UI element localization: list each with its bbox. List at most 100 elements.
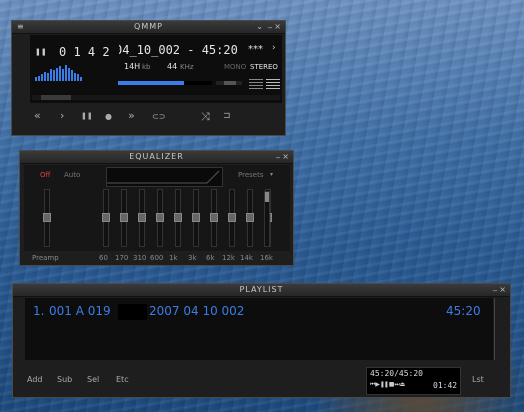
stop-button[interactable]: ● bbox=[105, 112, 112, 121]
minimize-icon[interactable]: _ bbox=[268, 18, 272, 29]
eq-band-knob[interactable] bbox=[120, 213, 128, 222]
eq-band-slider[interactable] bbox=[102, 189, 110, 247]
eq-icon[interactable] bbox=[249, 79, 263, 90]
eq-band-knob[interactable] bbox=[246, 213, 254, 222]
close-icon[interactable]: × bbox=[499, 284, 506, 295]
track-title: 04_10_002 - 45:20 bbox=[119, 43, 238, 57]
shade-icon[interactable]: ⌄ bbox=[256, 21, 263, 32]
seek-knob[interactable] bbox=[40, 95, 71, 100]
etc-button[interactable]: Etc bbox=[116, 375, 129, 384]
balance-knob[interactable] bbox=[223, 81, 236, 85]
playlist-titlebar[interactable]: PLAYLIST _ × bbox=[13, 281, 510, 297]
mini-controls[interactable]: ⏮ ▶ ❚❚ ■ ⏭ ⏏ bbox=[370, 381, 405, 389]
eq-band-knob[interactable] bbox=[102, 213, 110, 222]
player-titlebar[interactable]: ≡ QMMP ⌄ _ × bbox=[12, 18, 285, 34]
sample-unit: KHz bbox=[180, 63, 194, 71]
preamp-label: Preamp bbox=[32, 254, 59, 262]
control-bar: « › ❚❚ ● » ⊂⊃ ⤨ ⊐ bbox=[30, 107, 282, 131]
playlist-scrollbar[interactable] bbox=[494, 298, 495, 360]
bitrate-value: 14H bbox=[124, 62, 141, 71]
play-button[interactable]: › bbox=[60, 109, 64, 122]
eq-band-knob[interactable] bbox=[174, 213, 182, 222]
lst-button[interactable]: Lst bbox=[472, 375, 484, 384]
eq-band-label: 3k bbox=[188, 254, 197, 262]
sel-button[interactable]: Sel bbox=[87, 375, 99, 384]
eq-band-slider[interactable] bbox=[156, 189, 164, 247]
eq-auto-toggle[interactable]: Auto bbox=[64, 171, 80, 179]
spectrum-bar bbox=[62, 69, 64, 81]
spectrum-bar bbox=[77, 74, 79, 81]
equalizer-window: EQUALIZER _ × Off Auto Presets ▾ Preamp … bbox=[19, 148, 294, 266]
pause-button[interactable]: ❚❚ bbox=[81, 112, 93, 120]
close-icon[interactable]: × bbox=[282, 151, 289, 162]
item-text-a: 001 A 019 bbox=[49, 304, 111, 318]
minimize-icon[interactable]: _ bbox=[276, 148, 280, 159]
equalizer-title: EQUALIZER bbox=[129, 152, 184, 161]
eq-curve bbox=[107, 170, 220, 184]
eq-band-label: 600 bbox=[150, 254, 164, 262]
eq-band-slider[interactable] bbox=[246, 189, 254, 247]
player-title: QMMP bbox=[134, 22, 163, 31]
separator-icon: › bbox=[272, 43, 276, 53]
spectrum-bar bbox=[65, 65, 67, 81]
eq-band-knob[interactable] bbox=[210, 213, 218, 222]
eq-band-slider[interactable] bbox=[138, 189, 146, 247]
eq-band-knob[interactable] bbox=[192, 213, 200, 222]
playlist-item[interactable]: 1. 001 A 019 2007 04 10 002 45:20 bbox=[25, 302, 493, 320]
eq-band-label: 310 bbox=[133, 254, 147, 262]
spectrum-bar bbox=[80, 77, 82, 81]
eq-band-slider[interactable] bbox=[174, 189, 182, 247]
bitrate-unit: kb bbox=[142, 63, 151, 71]
previous-button[interactable]: « bbox=[34, 109, 41, 122]
eq-band-label: 12k bbox=[222, 254, 235, 262]
sub-button[interactable]: Sub bbox=[57, 375, 72, 384]
eq-label-row: Preamp 60 170 310 600 1k 3k 6k 12k 14k 16k bbox=[24, 252, 290, 264]
eq-band-label: 170 bbox=[115, 254, 129, 262]
item-cover-block bbox=[118, 304, 147, 320]
minimize-icon[interactable]: _ bbox=[493, 281, 497, 292]
playlist-area: 1. 001 A 019 2007 04 10 002 45:20 bbox=[25, 298, 493, 360]
presets-button[interactable]: Presets bbox=[238, 171, 263, 179]
eq-band-knob[interactable] bbox=[156, 213, 164, 222]
seek-bar[interactable] bbox=[32, 95, 280, 100]
spectrum-bar bbox=[68, 68, 70, 81]
title-marquee: 04_10_002 - 45:20 bbox=[119, 43, 242, 60]
player-display: ❚❚ 0 1 4 2 04_10_002 - 45:20 *** › 14H k… bbox=[30, 35, 282, 103]
spectrum-bar bbox=[53, 70, 55, 81]
eq-volume-knob[interactable] bbox=[265, 192, 269, 202]
mini-elapsed: 01:42 bbox=[433, 381, 458, 390]
eq-panel: Off Auto Presets ▾ bbox=[24, 165, 290, 251]
time-display: 0 1 4 2 bbox=[59, 45, 110, 59]
mini-time-display: 45:20/45:20 bbox=[370, 369, 423, 378]
eject-button[interactable]: ⊂⊃ bbox=[152, 112, 165, 121]
balance-slider[interactable] bbox=[216, 81, 242, 85]
eq-band-label: 14k bbox=[240, 254, 253, 262]
preamp-slider[interactable] bbox=[43, 189, 51, 247]
volume-slider[interactable] bbox=[118, 81, 212, 85]
close-icon[interactable]: × bbox=[274, 21, 281, 32]
add-button[interactable]: Add bbox=[27, 375, 43, 384]
eq-band-slider[interactable] bbox=[120, 189, 128, 247]
repeat-button[interactable]: ⊐ bbox=[223, 111, 231, 121]
spectrum-bar bbox=[50, 69, 52, 81]
eq-band-slider[interactable] bbox=[210, 189, 218, 247]
eq-band-knob[interactable] bbox=[138, 213, 146, 222]
eq-band-slider[interactable] bbox=[192, 189, 200, 247]
volume-fill bbox=[118, 81, 184, 85]
eq-off-toggle[interactable]: Off bbox=[40, 171, 50, 179]
preamp-knob[interactable] bbox=[43, 213, 51, 222]
spectrum-bar bbox=[44, 72, 46, 81]
equalizer-titlebar[interactable]: EQUALIZER _ × bbox=[20, 148, 293, 164]
eq-band-knob[interactable] bbox=[228, 213, 236, 222]
spectrum-bar bbox=[71, 70, 73, 81]
spectrum-bar bbox=[38, 76, 40, 81]
eq-band-label: 1k bbox=[169, 254, 178, 262]
eq-volume-slider[interactable] bbox=[264, 191, 270, 247]
next-button[interactable]: » bbox=[128, 109, 135, 122]
playlist-window: PLAYLIST _ × 1. 001 A 019 2007 04 10 002… bbox=[12, 281, 511, 398]
item-text-b: 2007 04 10 002 bbox=[149, 304, 245, 318]
sample-value: 44 bbox=[167, 62, 178, 71]
eq-band-slider[interactable] bbox=[228, 189, 236, 247]
shuffle-button[interactable]: ⤨ bbox=[201, 110, 210, 124]
playlist-icon[interactable] bbox=[266, 79, 280, 90]
